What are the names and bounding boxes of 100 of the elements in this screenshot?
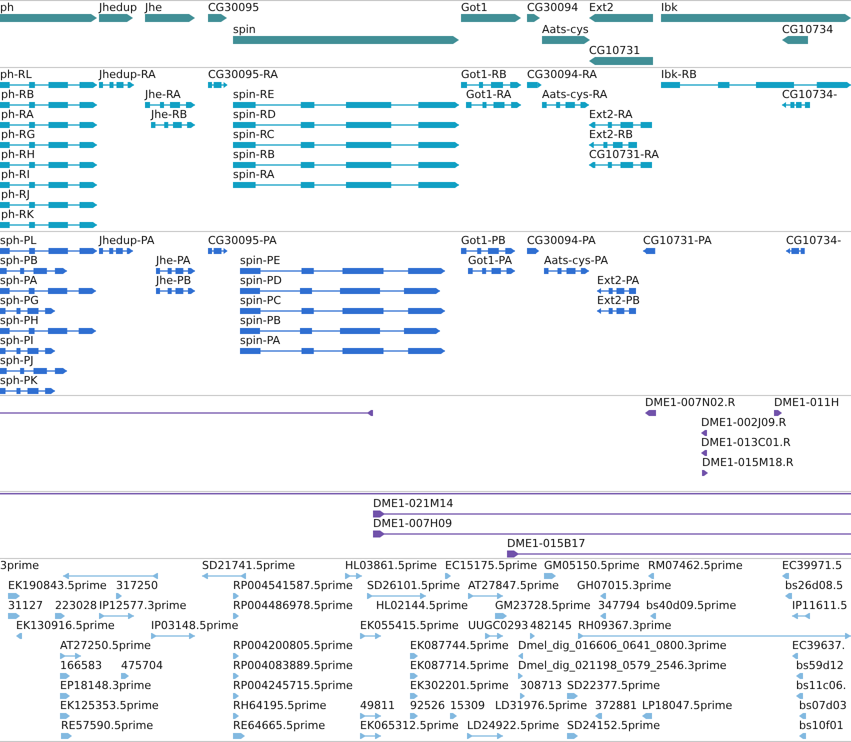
feature-label: EP18148.3prime	[60, 680, 152, 692]
feature-label: LD31976.5prime	[495, 700, 588, 712]
feature-label: CG10734	[782, 24, 834, 36]
feature-label: UUGC0293	[468, 620, 528, 632]
feature-label: sph-PB	[0, 255, 38, 267]
feature-label: CG30095-RA	[208, 69, 278, 81]
feature-label: spin-PE	[240, 255, 280, 267]
feature-label: Got1-RB	[461, 69, 507, 81]
feature-label: Ext2-PA	[597, 275, 640, 287]
feature-label: DME1-011H	[774, 397, 840, 409]
feature-label: sph-PJ	[0, 355, 34, 367]
feature-label: RH09367.3prime	[578, 620, 672, 632]
feature-label: sph-PI	[0, 335, 34, 347]
feature-label: bs07d03	[799, 700, 847, 712]
feature-label: AT27847.5prime	[468, 580, 559, 592]
feature-label: spin-RD	[233, 109, 276, 121]
feature-label: LD24922.5prime	[467, 720, 560, 732]
feature-label: EK055415.5prime	[360, 620, 459, 632]
feature-label: Got1-PB	[461, 235, 506, 247]
feature-label: sph-PK	[0, 375, 38, 387]
feature-label: RP004541587.5prime	[233, 580, 353, 592]
feature-label: CG30095-PA	[208, 235, 277, 247]
feature-label: 15309	[450, 700, 485, 712]
feature-label: 482145	[530, 620, 572, 632]
feature-label: DME1-021M14	[373, 498, 454, 510]
feature-label: Jhe-PB	[156, 275, 192, 287]
feature-label: 3prime	[0, 560, 40, 572]
feature-label: RM07462.5prime	[648, 560, 743, 572]
feature-label: Aats-cys-PA	[544, 255, 608, 267]
feature-label: spin-RB	[233, 149, 275, 161]
feature-label: SD26101.5prime	[367, 580, 460, 592]
feature-label: RP004245715.5prime	[233, 680, 353, 692]
feature-label: spin	[233, 24, 256, 36]
feature-label: 31127	[8, 600, 43, 612]
feature-label: CG10731	[589, 45, 640, 57]
feature-label: SD21741.5prime	[202, 560, 295, 572]
feature-label: EK087744.5prime	[410, 640, 509, 652]
feature-label: DME1-002J09.R	[701, 417, 786, 429]
feature-label: EK130916.5prime	[16, 620, 115, 632]
feature-label: EK125353.5prime	[60, 700, 159, 712]
feature-label: DME1-013C01.R	[701, 437, 791, 449]
feature-label: sph-PG	[0, 295, 39, 307]
feature-label: EK302201.5prime	[410, 680, 509, 692]
feature-label: CG30094	[527, 2, 578, 14]
feature-label: Dmel_dig_016606_0641_0800.3prime	[518, 640, 727, 652]
feature-label: RP004083889.5prime	[233, 660, 353, 672]
feature-label: bs10f01	[799, 720, 844, 732]
feature-label: HL03861.5prime	[345, 560, 437, 572]
feature-label: spin-RC	[233, 129, 274, 141]
feature-label: EC39971.5	[782, 560, 842, 572]
feature-label: IP03148.5prime	[151, 620, 238, 632]
feature-label: EC39637.	[792, 640, 846, 652]
feature-label: IP11611.5	[792, 600, 848, 612]
feature-label: Aats-cys	[542, 24, 589, 36]
feature-label: EK190843.5prime	[8, 580, 107, 592]
feature-label: RP004486978.5prime	[233, 600, 353, 612]
feature-label: Ibk-RB	[661, 69, 697, 81]
feature-label: CG10734-	[786, 235, 842, 247]
feature-label: RE64665.5prime	[233, 720, 326, 732]
feature-label: Aats-cys-RA	[542, 89, 608, 101]
feature-label: 49811	[360, 700, 395, 712]
feature-label: Ext2	[589, 2, 614, 14]
feature-label: spin-PB	[240, 315, 281, 327]
feature-label: 347794	[598, 600, 640, 612]
feature-label: Got1	[461, 2, 488, 14]
feature-label: AT27250.5prime	[60, 640, 151, 652]
feature-label: 317250	[116, 580, 158, 592]
feature-label: CG30094-RA	[527, 69, 597, 81]
feature-label: CG10731-RA	[589, 149, 659, 161]
feature-label: 92526	[410, 700, 445, 712]
feature-label: EK065312.5prime	[360, 720, 459, 732]
feature-label: Jhedup-PA	[99, 235, 154, 247]
feature-label: Ext2-RA	[589, 109, 632, 121]
feature-label: spin-RA	[233, 169, 274, 181]
feature-label: spin-PA	[240, 335, 280, 347]
feature-label: DME1-007N02.R	[645, 397, 736, 409]
feature-label: ph-RH	[1, 149, 35, 161]
feature-label: Jhedup	[99, 2, 137, 14]
feature-label: DME1-007H09	[373, 518, 452, 530]
feature-label: GM05150.5prime	[544, 560, 640, 572]
feature-label: IP12577.3prime	[99, 600, 186, 612]
feature-label: 372881	[595, 700, 637, 712]
feature-label: spin-PD	[240, 275, 282, 287]
feature-label: spin-PC	[240, 295, 282, 307]
feature-label: GM23728.5prime	[495, 600, 591, 612]
feature-label: bs26d08.5	[785, 580, 844, 592]
feature-label: SD22377.5prime	[567, 680, 660, 692]
feature-label: bs59d12	[796, 660, 844, 672]
feature-label: sph-PL	[0, 235, 36, 247]
feature-label: 308713	[520, 680, 562, 692]
feature-label: Jhe-RA	[145, 89, 181, 101]
feature-label: Ext2-RB	[589, 129, 633, 141]
feature-label: Got1-RA	[466, 89, 512, 101]
feature-label: Dmel_dig_021198_0579_2546.3prime	[518, 660, 727, 672]
feature-label: CG10734-	[782, 89, 838, 101]
feature-label: Ext2-PB	[597, 295, 640, 307]
feature-label: EK087714.5prime	[410, 660, 509, 672]
feature-label: ph-RA	[1, 109, 34, 121]
feature-label: 475704	[121, 660, 163, 672]
feature-label: RH64195.5prime	[233, 700, 326, 712]
